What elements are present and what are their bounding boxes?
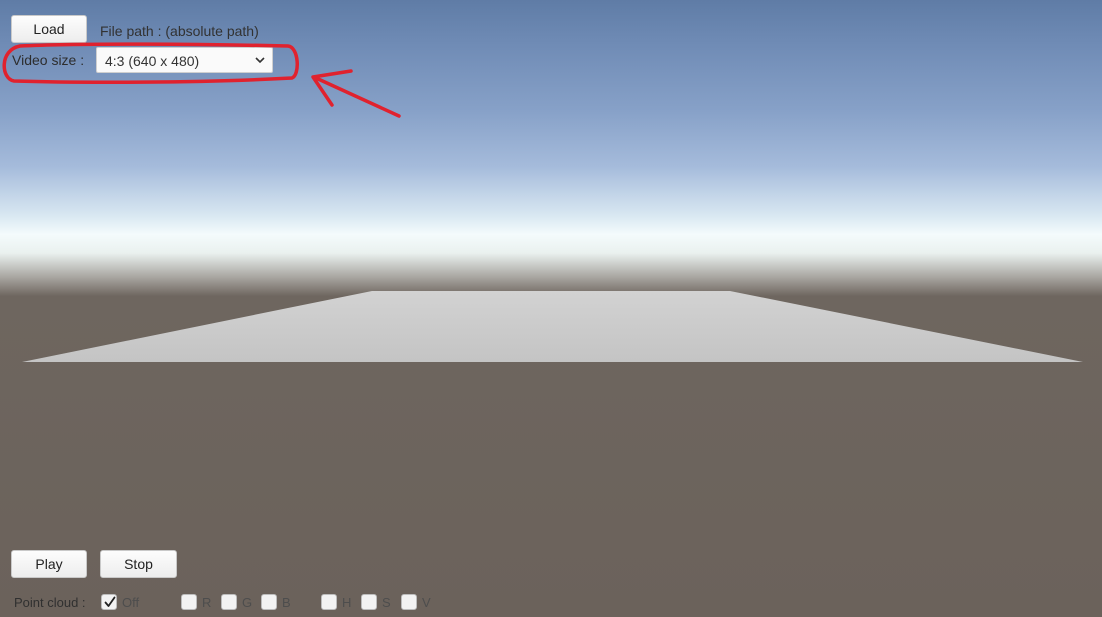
chevron-down-icon	[255, 57, 265, 64]
play-button[interactable]: Play	[11, 550, 87, 578]
checkbox-s-label: S	[382, 595, 391, 610]
checkbox-h[interactable]	[321, 594, 337, 610]
checkbox-off-label: Off	[122, 595, 140, 610]
checkbox-v-label: V	[422, 595, 431, 610]
stop-button[interactable]: Stop	[100, 550, 177, 578]
checkbox-g[interactable]	[221, 594, 237, 610]
file-path-text: File path : (absolute path)	[100, 23, 259, 39]
point-cloud-label: Point cloud :	[14, 595, 86, 610]
checkbox-s[interactable]	[361, 594, 377, 610]
video-size-dropdown[interactable]: 4:3 (640 x 480)	[96, 47, 273, 73]
checkbox-b-label: B	[282, 595, 291, 610]
checkbox-g-label: G	[242, 595, 253, 610]
checkbox-r-label: R	[202, 595, 212, 610]
checkbox-r[interactable]	[181, 594, 197, 610]
checkbox-v[interactable]	[401, 594, 417, 610]
checkbox-h-label: H	[342, 595, 352, 610]
video-size-value: 4:3 (640 x 480)	[105, 53, 200, 69]
checkmark-icon	[104, 596, 116, 607]
video-size-label: Video size :	[12, 52, 85, 68]
checkbox-b[interactable]	[261, 594, 277, 610]
load-button[interactable]: Load	[11, 15, 87, 43]
ground-plane	[22, 291, 1083, 362]
checkbox-off[interactable]	[101, 594, 117, 610]
